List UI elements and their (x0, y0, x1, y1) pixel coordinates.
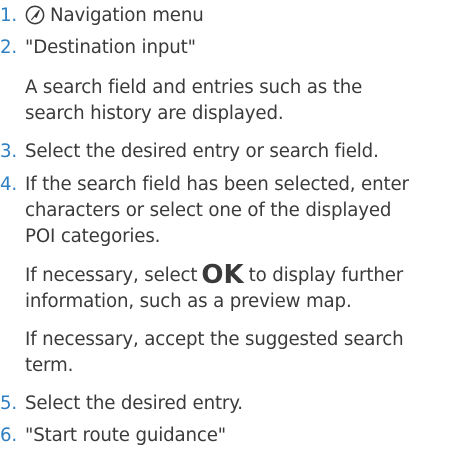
step-line: POI categories. (25, 226, 161, 247)
step-label: Select the desired entry or search field… (25, 141, 379, 162)
step-label: Select the desired entry. (25, 393, 243, 414)
ok-note-text: information, such as a preview map. (25, 291, 352, 312)
step-label: "Start route guidance" (25, 425, 227, 446)
accept-note-text: If necessary, accept the suggested searc… (25, 329, 404, 350)
step-number: 6. (0, 425, 18, 446)
step-label: "Destination input" (25, 37, 196, 58)
ok-note-after: to display further (248, 265, 404, 286)
step-number: 3. (0, 141, 18, 162)
step-line: If the search field has been selected, e… (25, 174, 409, 195)
note-text: search history are displayed. (25, 103, 284, 124)
step-label: Navigation menu (50, 5, 204, 26)
step-number: 5. (0, 393, 18, 414)
ok-note-before: If necessary, select (25, 265, 198, 286)
note-text: A search field and entries such as the (25, 77, 363, 98)
step-line: characters or select one of the displaye… (25, 200, 392, 221)
instruction-page: 1. Navigation menu 2. "Destination input… (0, 0, 475, 475)
step-number: 1. (0, 5, 18, 26)
step-number: 4. (0, 174, 18, 195)
step-text: Navigation menu (25, 3, 204, 29)
accept-note-text: term. (25, 355, 74, 376)
ok-note-text: If necessary, select OK to display further (25, 260, 404, 290)
ok-button-symbol: OK (201, 260, 244, 290)
step-number: 2. (0, 37, 18, 58)
navigation-icon (25, 5, 45, 25)
